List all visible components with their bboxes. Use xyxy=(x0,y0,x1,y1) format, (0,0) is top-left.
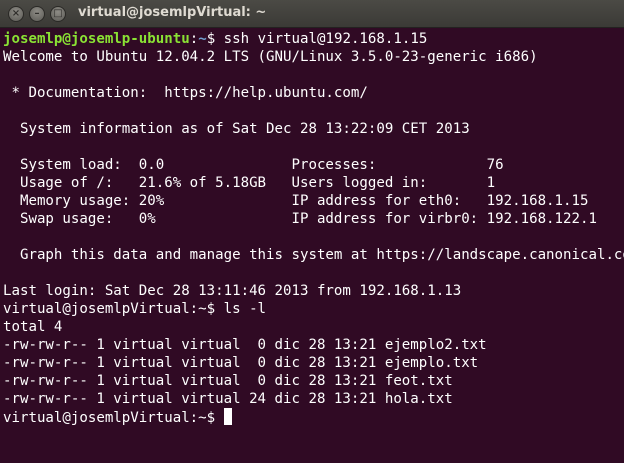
output-line: Usage of /: 21.6% of 5.18GB Users logged… xyxy=(3,175,496,191)
output-line: total 4 xyxy=(3,319,63,335)
output-line: Swap usage: 0% IP address for virbr0: 19… xyxy=(3,211,597,227)
text-cursor xyxy=(223,408,232,425)
output-line: Last login: Sat Dec 28 13:11:46 2013 fro… xyxy=(3,283,462,299)
current-prompt-line[interactable]: virtual@josemlpVirtual:~$ xyxy=(3,408,624,426)
window-title: virtual@josemlpVirtual: ~ xyxy=(78,5,267,20)
terminal-output[interactable]: josemlp@josemlp-ubuntu:~$ ssh virtual@19… xyxy=(0,28,624,463)
prompt-symbol: $ xyxy=(206,31,216,47)
close-icon[interactable]: × xyxy=(8,6,24,22)
output-line: System load: 0.0 Processes: 76 xyxy=(3,157,504,173)
output-line: -rw-rw-r-- 1 virtual virtual 24 dic 28 1… xyxy=(3,391,453,407)
output-line: Memory usage: 20% IP address for eth0: 1… xyxy=(3,193,589,209)
output-line: virtual@josemlpVirtual:~$ ls -l xyxy=(3,301,267,317)
first-prompt-line: josemlp@josemlp-ubuntu:~$ ssh virtual@19… xyxy=(3,31,428,47)
title-bar[interactable]: × – □ virtual@josemlpVirtual: ~ xyxy=(0,0,624,28)
output-line: Welcome to Ubuntu 12.04.2 LTS (GNU/Linux… xyxy=(3,49,538,65)
output-line: -rw-rw-r-- 1 virtual virtual 0 dic 28 13… xyxy=(3,355,479,371)
command-text: ssh virtual@192.168.1.15 xyxy=(215,31,428,47)
prompt-path: ~ xyxy=(198,31,207,47)
prompt-user-host: josemlp@josemlp-ubuntu xyxy=(3,31,190,47)
minimize-icon[interactable]: – xyxy=(29,6,45,22)
terminal-window: × – □ virtual@josemlpVirtual: ~ josemlp@… xyxy=(0,0,624,463)
output-line: * Documentation: https://help.ubuntu.com… xyxy=(3,85,368,101)
output-line: -rw-rw-r-- 1 virtual virtual 0 dic 28 13… xyxy=(3,373,453,389)
output-line: Graph this data and manage this system a… xyxy=(3,247,624,263)
output-line: System information as of Sat Dec 28 13:2… xyxy=(3,121,470,137)
maximize-icon[interactable]: □ xyxy=(50,6,66,22)
output-line: -rw-rw-r-- 1 virtual virtual 0 dic 28 13… xyxy=(3,337,487,353)
current-prompt: virtual@josemlpVirtual:~$ xyxy=(3,410,224,426)
